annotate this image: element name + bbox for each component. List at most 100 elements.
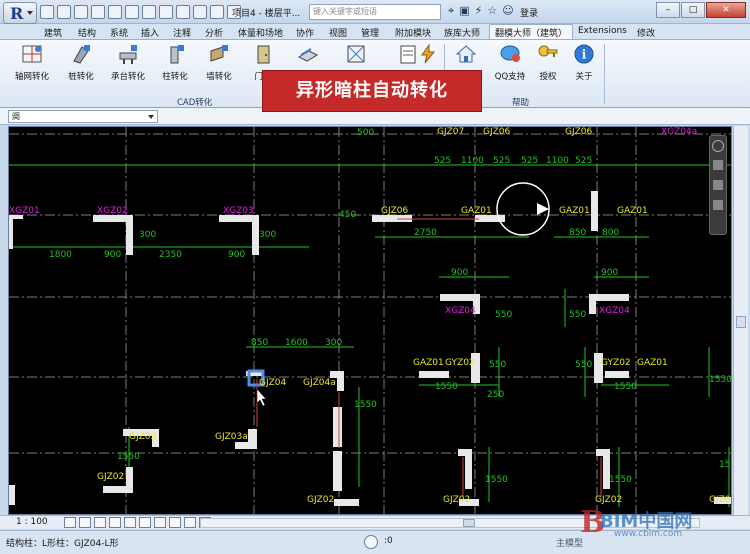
sync-icon[interactable] xyxy=(74,5,88,19)
type-selector[interactable]: 阕 xyxy=(8,110,158,123)
pile-convert-button[interactable]: 桩转化 xyxy=(61,43,101,89)
show-crop-icon[interactable] xyxy=(139,517,151,528)
tab-addins[interactable]: 附加模块 xyxy=(395,26,431,39)
pile-cap-convert-label: 承台转化 xyxy=(110,72,145,82)
sun-path-icon[interactable] xyxy=(94,517,106,528)
navigation-bar[interactable] xyxy=(709,135,727,235)
temporary-hide-icon[interactable] xyxy=(154,517,166,528)
tab-extensions[interactable]: Extensions xyxy=(578,26,627,36)
tab-architecture[interactable]: 建筑 xyxy=(44,26,62,39)
tab-insert[interactable]: 插入 xyxy=(141,26,159,39)
text-icon[interactable] xyxy=(193,5,207,19)
svg-text:800: 800 xyxy=(602,228,619,238)
feature-banner: 异形暗柱自动转化 xyxy=(262,70,482,112)
exchange-icon[interactable]: ⚡ xyxy=(475,4,483,18)
tab-structure[interactable]: 结构 xyxy=(78,26,96,39)
svg-text:GJZ07: GJZ07 xyxy=(437,127,464,137)
separator xyxy=(604,44,605,104)
window-controls: – □ ✕ xyxy=(656,2,746,18)
maximize-button[interactable]: □ xyxy=(681,2,705,18)
tab-massing-site[interactable]: 体量和场地 xyxy=(238,26,283,39)
svg-text:1550: 1550 xyxy=(435,382,458,392)
svg-text:GJZ06: GJZ06 xyxy=(381,206,409,216)
tab-manage[interactable]: 管理 xyxy=(361,26,379,39)
title-bar: R 项目4 - 楼层平... 键入关键字或短语 ⌖ ▣ ⚡ ☆ ☺ 登录 – □… xyxy=(0,0,750,24)
floor-plan-drawing[interactable]: 525 1100 525 525 1100 525 1800 900 300 2… xyxy=(9,127,732,515)
scroll-thumb[interactable] xyxy=(463,519,475,527)
print-icon[interactable] xyxy=(125,5,139,19)
tab-view[interactable]: 视图 xyxy=(329,26,347,39)
window-title: 项目4 - 楼层平... xyxy=(232,9,301,19)
zoom-extents-icon[interactable] xyxy=(713,200,723,210)
tab-annotate[interactable]: 注释 xyxy=(173,26,191,39)
measure-icon[interactable] xyxy=(142,5,156,19)
chat-bubble-icon xyxy=(499,43,521,65)
open-icon[interactable] xyxy=(40,5,54,19)
visual-style-icon[interactable] xyxy=(79,517,91,528)
crop-view-icon[interactable] xyxy=(124,517,136,528)
binoculars-icon[interactable]: ⌖ xyxy=(448,4,454,18)
vertical-scrollbar[interactable] xyxy=(733,126,748,515)
svg-text:1550: 1550 xyxy=(709,375,732,385)
save-icon[interactable] xyxy=(57,5,71,19)
scroll-thumb[interactable] xyxy=(736,316,746,328)
tab-analyze[interactable]: 分析 xyxy=(205,26,223,39)
search-input[interactable]: 键入关键字或短语 xyxy=(309,4,441,20)
svg-text:XGZ02: XGZ02 xyxy=(97,206,128,216)
title-icons: ⌖ ▣ ⚡ ☆ ☺ xyxy=(448,4,514,18)
wall-convert-button[interactable]: 墙转化 xyxy=(199,43,239,89)
svg-text:1550: 1550 xyxy=(485,475,508,485)
subscription-icon[interactable]: ▣ xyxy=(459,4,469,18)
3d-view-icon[interactable] xyxy=(210,5,224,19)
wall-convert-label: 墙转化 xyxy=(206,72,232,82)
svg-text:450: 450 xyxy=(339,210,356,220)
worksets-icon[interactable] xyxy=(364,535,378,549)
tab-collaborate[interactable]: 协作 xyxy=(296,26,314,39)
svg-text:GAZ01: GAZ01 xyxy=(559,206,590,216)
view-scale[interactable]: 1 : 100 xyxy=(16,517,48,527)
undo-icon[interactable] xyxy=(91,5,105,19)
svg-text:525: 525 xyxy=(434,156,451,166)
tab-modify[interactable]: 修改 xyxy=(637,26,655,39)
zoom-icon[interactable] xyxy=(713,180,723,190)
svg-text:GJZ02: GJZ02 xyxy=(307,495,334,505)
login-link[interactable]: 登录 xyxy=(520,6,538,19)
reveal-hidden-icon[interactable] xyxy=(169,517,181,528)
license-button[interactable]: 授权 xyxy=(528,43,568,89)
svg-text:1800: 1800 xyxy=(49,250,72,260)
dimension-icon[interactable] xyxy=(159,5,173,19)
drawing-canvas[interactable]: 525 1100 525 525 1100 525 1800 900 300 2… xyxy=(8,126,732,515)
svg-text:GJZ02: GJZ02 xyxy=(709,495,732,505)
tab-systems[interactable]: 系统 xyxy=(110,26,128,39)
svg-text:GJZ03a: GJZ03a xyxy=(215,432,248,442)
room-icon xyxy=(345,43,367,65)
close-button[interactable]: ✕ xyxy=(706,2,746,18)
watermark-url: www.cbim.com xyxy=(614,529,683,539)
minimize-button[interactable]: – xyxy=(656,2,680,18)
svg-text:550: 550 xyxy=(495,310,512,320)
tab-family-library[interactable]: 族库大师 xyxy=(444,26,480,39)
tag-icon[interactable] xyxy=(176,5,190,19)
star-icon[interactable]: ☆ xyxy=(487,4,497,18)
steering-wheel-icon[interactable] xyxy=(712,140,724,152)
svg-text:XGZ04a: XGZ04a xyxy=(661,127,697,137)
about-button[interactable]: i 关于 xyxy=(564,43,604,89)
grid-convert-button[interactable]: 轴网转化 xyxy=(12,43,52,89)
application-menu-button[interactable]: R xyxy=(3,2,37,24)
analytical-model-icon[interactable] xyxy=(184,517,196,528)
main-model-selector[interactable]: 主模型 xyxy=(556,536,583,549)
user-icon[interactable]: ☺ xyxy=(502,4,513,18)
svg-text:XGZ03: XGZ03 xyxy=(223,206,254,216)
column-convert-button[interactable]: 柱转化 xyxy=(155,43,195,89)
svg-text:900: 900 xyxy=(228,250,245,260)
qq-support-button[interactable]: QQ支持 xyxy=(490,43,530,89)
pile-cap-icon xyxy=(117,43,139,65)
tab-fanmo-master[interactable]: 翻模大师（建筑） xyxy=(489,24,574,39)
mouse-cursor-icon xyxy=(256,388,267,407)
shadows-icon[interactable] xyxy=(109,517,121,528)
pile-cap-convert-button[interactable]: 承台转化 xyxy=(108,43,148,89)
detail-level-icon[interactable] xyxy=(64,517,76,528)
redo-icon[interactable] xyxy=(108,5,122,19)
svg-text:900: 900 xyxy=(601,268,618,278)
pan-icon[interactable] xyxy=(713,160,723,170)
